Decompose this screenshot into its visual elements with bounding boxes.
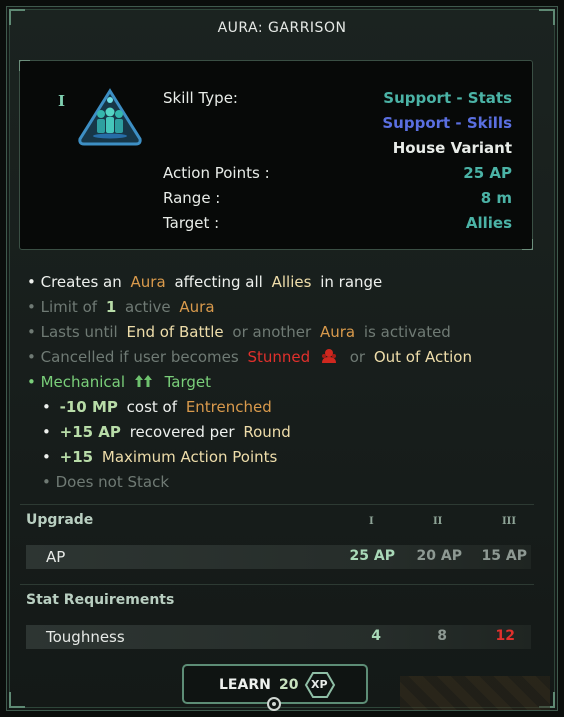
target-label: Target :	[163, 214, 220, 232]
effect-text: cost of	[126, 398, 178, 416]
skill-type-value: Support - Stats	[383, 89, 512, 107]
keyword-round: Round	[243, 423, 291, 441]
upgrade-row-ap: AP 25 AP 20 AP 15 AP	[26, 545, 531, 569]
requirement-row-toughness: Toughness 4 8 12	[26, 625, 531, 649]
keyword-allies: Allies	[271, 273, 312, 291]
keyword-entrenched: Entrenched	[185, 398, 272, 416]
effect-line-mp-cost: • -10 MP cost of Entrenched	[42, 398, 276, 416]
limit-count: 1	[105, 298, 117, 316]
effect-text: recovered per	[129, 423, 235, 441]
sub-bullet: •	[42, 423, 51, 441]
target-value: Allies	[465, 214, 512, 232]
requirement-tier-3-value: 12	[495, 628, 515, 644]
ap-modifier: +15 AP	[59, 423, 121, 441]
effect-line-mechanical: • Mechanical Target	[27, 373, 215, 391]
tier-mark: I	[58, 92, 66, 110]
skill-subtype-value: Support - Skills	[382, 114, 512, 132]
house-variant-value: House Variant	[392, 139, 512, 157]
mp-modifier: -10 MP	[59, 398, 118, 416]
frame-corner	[9, 692, 25, 708]
keyword-mechanical: • Mechanical	[27, 373, 126, 391]
effect-text: in range	[320, 273, 383, 291]
effect-text: or	[349, 348, 366, 366]
skill-info-card: I Skill Type: Support - Stats Support - …	[19, 60, 533, 250]
keyword-aura: Aura	[130, 273, 166, 291]
upgrade-row-label: AP	[46, 548, 66, 566]
divider	[20, 584, 534, 585]
keyword-stunned: Stunned	[247, 348, 311, 366]
hazard-stripe-decoration	[400, 676, 550, 710]
learn-cost: 20	[279, 677, 299, 693]
max-ap-modifier: +15	[59, 448, 94, 466]
stat-requirements-header: Stat Requirements	[26, 592, 175, 608]
requirement-tier-2-value: 8	[437, 628, 447, 644]
effect-text: • Does not Stack	[42, 473, 170, 491]
effect-line-no-stack: • Does not Stack	[42, 473, 173, 491]
requirement-tier-1-value: 4	[371, 628, 381, 644]
upgrade-header: Upgrade	[26, 512, 94, 528]
learn-indicator-icon[interactable]	[267, 697, 281, 711]
xp-currency-label: XP	[311, 678, 328, 691]
window-title: AURA: GARRISON	[217, 20, 347, 36]
upgrade-tier-2-value: 20 AP	[416, 548, 462, 564]
sub-bullet: •	[42, 398, 51, 416]
keyword-aura: Aura	[319, 323, 356, 341]
effect-text: • Lasts until	[27, 323, 118, 341]
divider	[20, 504, 534, 505]
tier-2-label: II	[433, 516, 443, 527]
effect-text: is activated	[363, 323, 451, 341]
action-points-value: 25 AP	[463, 164, 512, 182]
upgrade-tier-3-value: 15 AP	[481, 548, 527, 564]
effect-line-duration: • Lasts until End of Battle or another A…	[27, 323, 455, 341]
effect-text: • Limit of	[27, 298, 98, 316]
effect-line-cancel: • Cancelled if user becomes Stunned or O…	[27, 348, 476, 366]
tier-1-label: I	[369, 516, 374, 527]
keyword-target: Target	[164, 373, 211, 391]
tier-3-label: III	[502, 516, 517, 527]
effect-text: or another	[232, 323, 312, 341]
keyword-end-of-battle: End of Battle	[126, 323, 224, 341]
garrison-aura-icon	[78, 88, 142, 146]
range-label: Range :	[163, 189, 221, 207]
keyword-out-of-action: Out of Action	[373, 348, 472, 366]
mechanical-target-icon	[134, 375, 152, 387]
effect-text: affecting all	[174, 273, 263, 291]
action-points-label: Action Points :	[163, 164, 270, 182]
sub-bullet: •	[42, 448, 51, 466]
learn-button-label: LEARN	[219, 677, 271, 693]
skill-type-label: Skill Type:	[163, 89, 238, 107]
effect-text: • Cancelled if user becomes	[27, 348, 239, 366]
requirement-row-label: Toughness	[46, 628, 125, 646]
keyword-aura: Aura	[179, 298, 215, 316]
upgrade-tier-1-value: 25 AP	[349, 548, 395, 564]
effect-line-aura: • Creates an Aura affecting all Allies i…	[27, 273, 386, 291]
effect-line-limit: • Limit of 1 active Aura	[27, 298, 219, 316]
effect-line-max-ap: • +15 Maximum Action Points	[42, 448, 281, 466]
stunned-icon	[321, 349, 336, 363]
effect-line-ap-recovery: • +15 AP recovered per Round	[42, 423, 295, 441]
effect-text: • Creates an	[27, 273, 122, 291]
effect-text: active	[125, 298, 171, 316]
range-value: 8 m	[480, 189, 512, 207]
keyword-max-action-points: Maximum Action Points	[101, 448, 278, 466]
